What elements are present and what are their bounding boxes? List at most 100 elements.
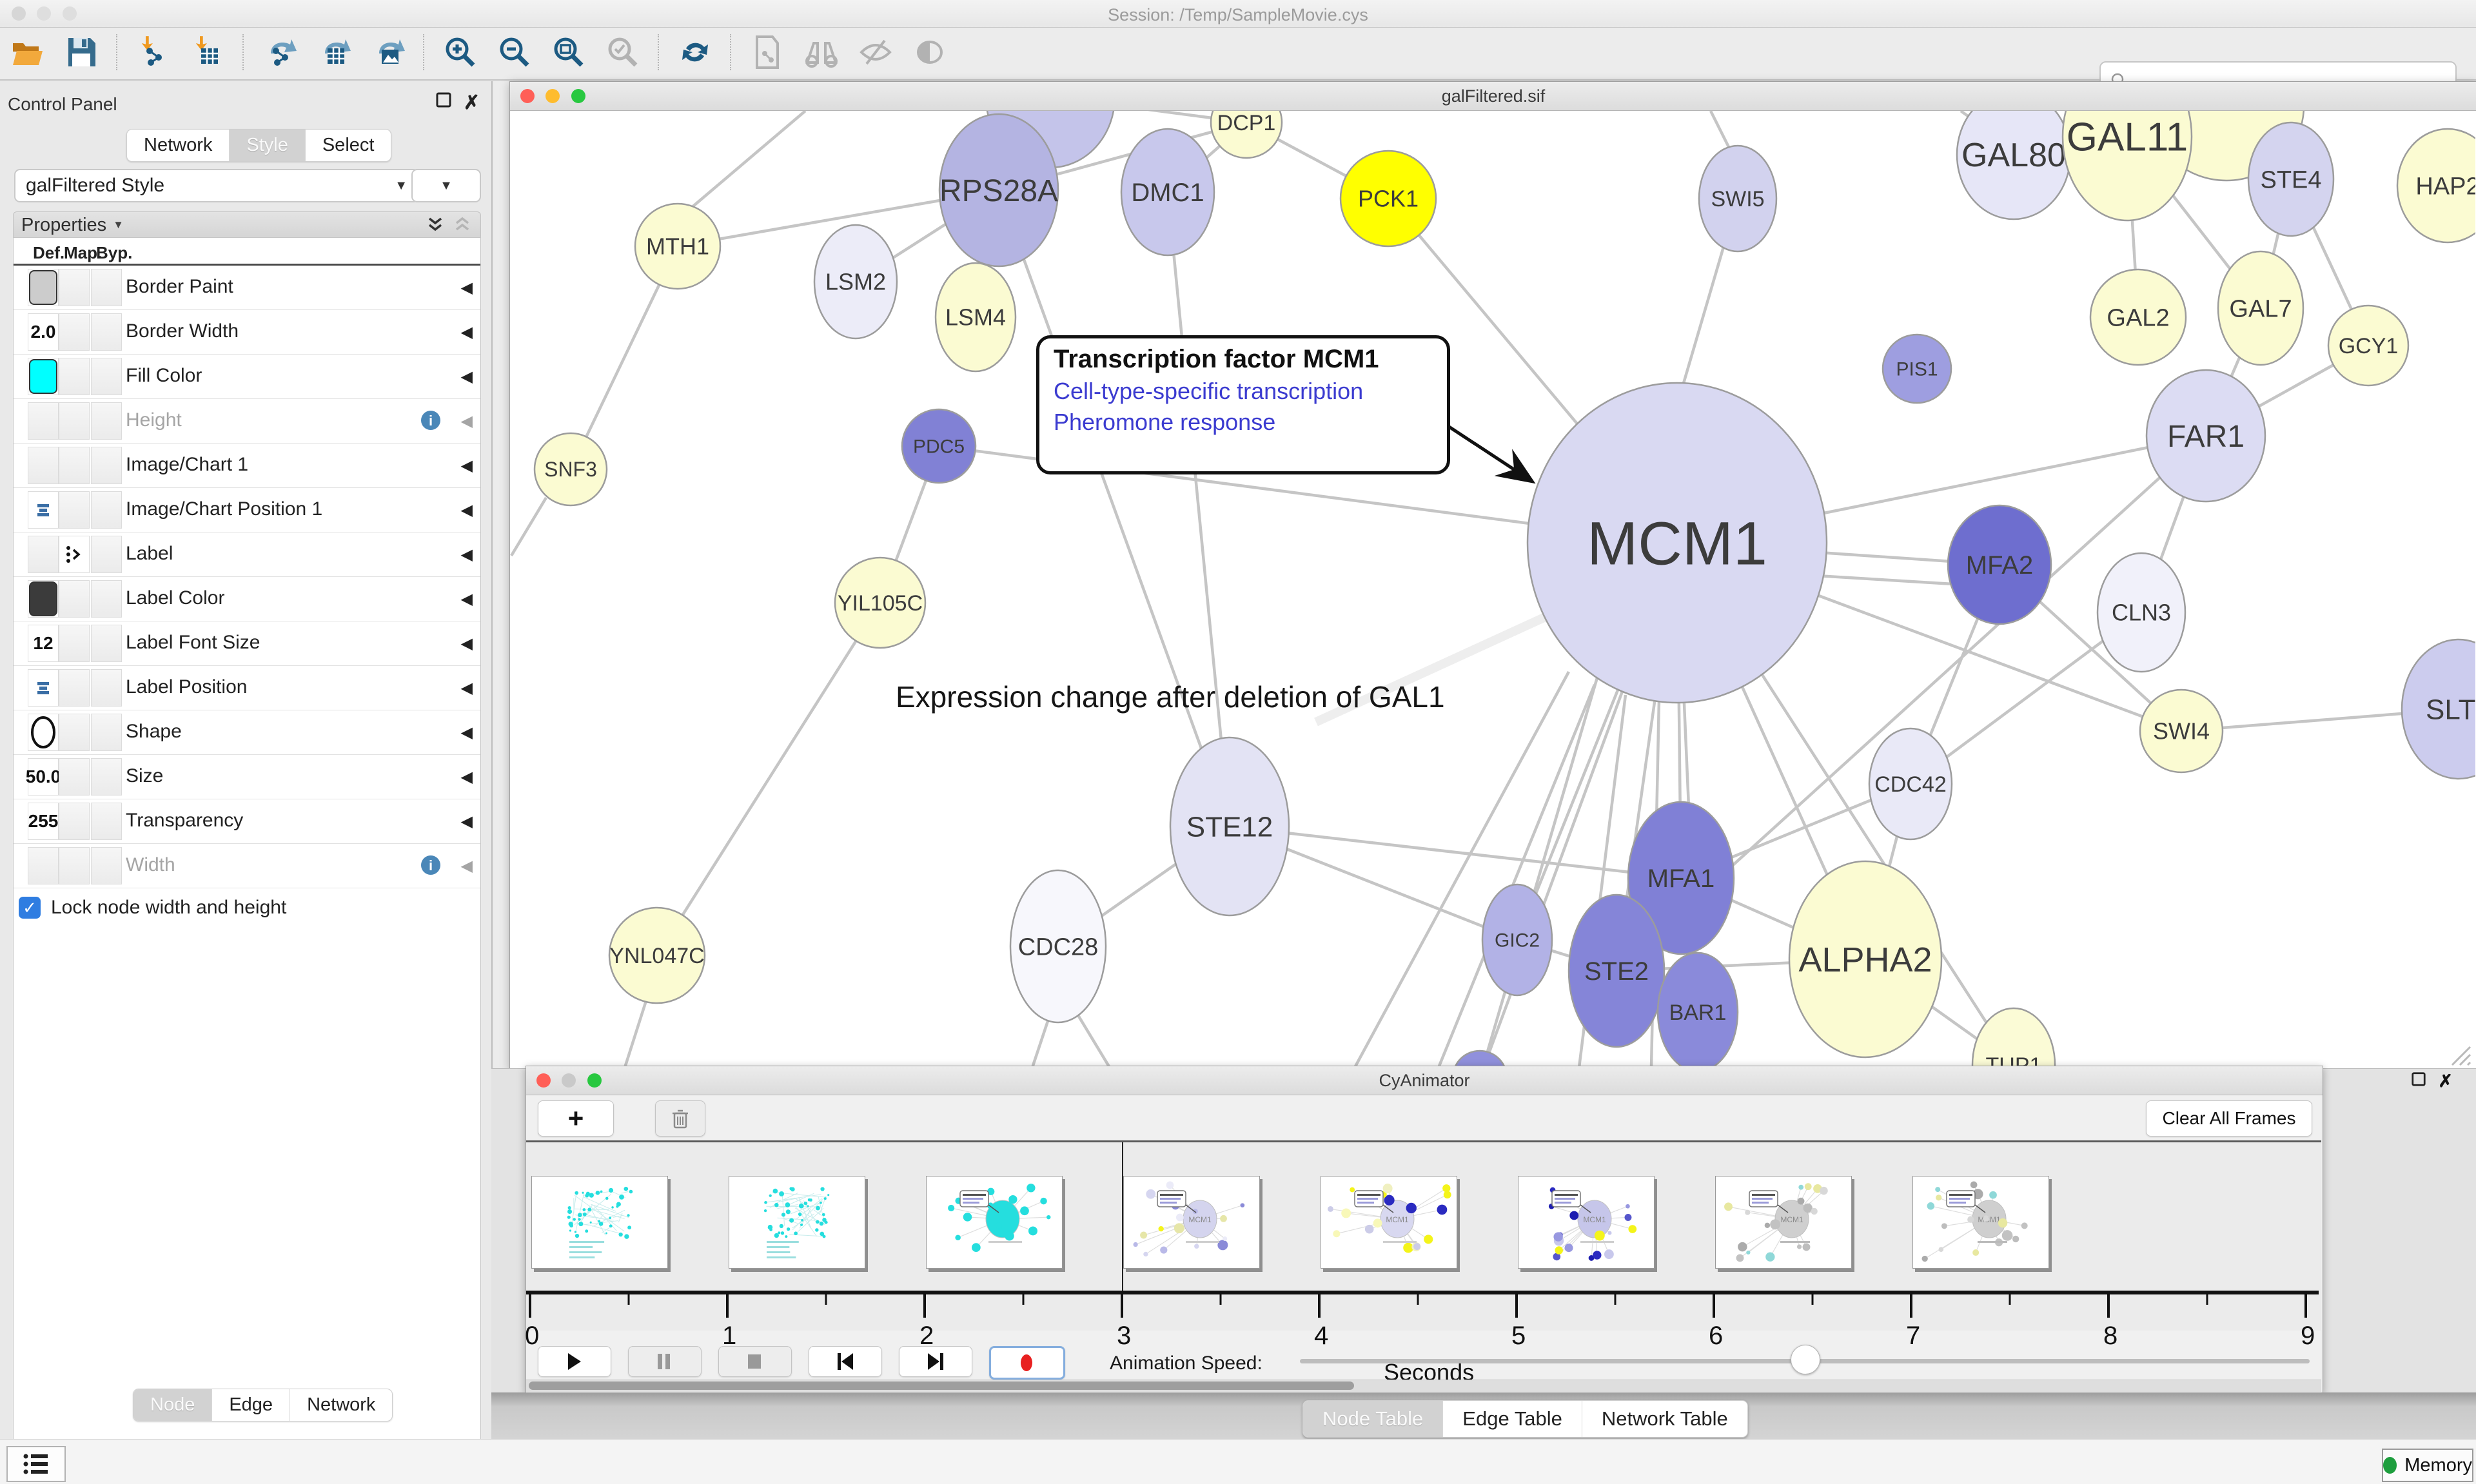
network-node-lsm4[interactable]: LSM4	[936, 263, 1016, 371]
expand-property-icon[interactable]: ◀	[461, 501, 473, 520]
mapping-cell[interactable]	[59, 847, 90, 884]
expand-property-icon[interactable]: ◀	[461, 412, 473, 431]
network-node-gal7[interactable]: GAL7	[2218, 251, 2303, 365]
network-window-titlebar[interactable]: galFiltered.sif	[510, 82, 2476, 111]
expand-all-icon[interactable]	[426, 216, 444, 234]
zoom-fit-button[interactable]	[549, 32, 588, 73]
network-node-pdc5[interactable]: PDC5	[902, 409, 976, 483]
default-value-cell[interactable]	[28, 580, 59, 618]
frame-thumbnail-3[interactable]	[926, 1176, 1063, 1269]
mapping-cell[interactable]	[59, 269, 90, 306]
network-node-ste12[interactable]: STE12	[1170, 737, 1289, 915]
lock-checkbox[interactable]: ✓	[19, 897, 41, 919]
zoom-window-icon[interactable]	[63, 6, 77, 21]
property-row-image-chart-1[interactable]: Image/Chart 1◀	[14, 444, 480, 488]
cyanimator-titlebar[interactable]: CyAnimator	[526, 1066, 2323, 1095]
bypass-cell[interactable]	[91, 447, 122, 484]
mapping-cell[interactable]	[59, 402, 90, 440]
network-node-gic2[interactable]: GIC2	[1482, 884, 1552, 995]
expand-property-icon[interactable]: ◀	[461, 278, 473, 297]
tab-style[interactable]: Style	[230, 130, 305, 161]
bypass-cell[interactable]	[91, 625, 122, 662]
default-value-cell[interactable]	[28, 536, 59, 573]
slider-thumb[interactable]	[1791, 1345, 1820, 1374]
property-row-height[interactable]: Heighti◀	[14, 399, 480, 444]
frame-thumbnail-8[interactable]: MCM1	[1912, 1176, 2049, 1269]
network-node-tup1[interactable]: TUP1	[1972, 1008, 2055, 1069]
frame-thumbnail-1[interactable]	[531, 1176, 668, 1269]
info-icon[interactable]: i	[420, 854, 442, 876]
network-node-mth1[interactable]: MTH1	[635, 204, 720, 289]
network-node-swi5[interactable]: SWI5	[1699, 146, 1776, 251]
frame-thumbnail-4[interactable]: MCM1	[1123, 1176, 1260, 1269]
network-edge[interactable]	[625, 993, 649, 1068]
record-button[interactable]	[989, 1346, 1065, 1380]
mapping-cell[interactable]	[59, 536, 90, 573]
network-node-ste4[interactable]: STE4	[2248, 122, 2334, 236]
network-node-snf3[interactable]: SNF3	[535, 433, 607, 505]
collapse-all-icon[interactable]	[453, 216, 471, 234]
default-value-cell[interactable]	[28, 402, 59, 440]
export-image-button[interactable]	[369, 32, 408, 73]
network-edge[interactable]	[511, 498, 546, 556]
close-panel-icon[interactable]: ✗	[464, 92, 480, 114]
bypass-cell[interactable]	[91, 402, 122, 440]
property-row-label-font-size[interactable]: 12Label Font Size◀	[14, 621, 480, 666]
default-value-cell[interactable]	[28, 847, 59, 884]
info-icon[interactable]: i	[420, 409, 442, 431]
float-panel-icon[interactable]	[2411, 1071, 2426, 1091]
resize-grip-icon[interactable]	[2446, 1040, 2471, 1066]
scrollbar-thumb[interactable]	[529, 1381, 1354, 1390]
bypass-cell[interactable]	[91, 714, 122, 751]
mapping-cell[interactable]	[59, 447, 90, 484]
property-row-fill-color[interactable]: Fill Color◀	[14, 355, 480, 399]
expand-property-icon[interactable]: ◀	[461, 456, 473, 475]
mapping-cell[interactable]	[59, 803, 90, 840]
stop-button[interactable]	[718, 1346, 792, 1377]
expand-property-icon[interactable]: ◀	[461, 367, 473, 386]
tab-node[interactable]: Node	[133, 1389, 212, 1421]
mapping-cell[interactable]	[59, 580, 90, 618]
open-session-button[interactable]	[8, 32, 46, 73]
property-row-border-width[interactable]: 2.0Border Width◀	[14, 310, 480, 355]
minimize-window-icon[interactable]	[562, 1073, 576, 1088]
annotation-link[interactable]: Pheromone response	[1054, 409, 1447, 436]
default-value-cell[interactable]	[28, 358, 59, 395]
frame-thumbnail-2[interactable]	[729, 1176, 865, 1269]
property-row-label-color[interactable]: Label Color◀	[14, 577, 480, 621]
bypass-cell[interactable]	[91, 580, 122, 618]
mapping-cell[interactable]	[59, 625, 90, 662]
property-row-label-position[interactable]: Label Position◀	[14, 666, 480, 710]
import-network-button[interactable]	[134, 32, 173, 73]
zoom-in-button[interactable]	[441, 32, 480, 73]
skip-start-button[interactable]	[809, 1346, 882, 1377]
table-panel-toggle-button[interactable]	[6, 1446, 66, 1482]
default-value-cell[interactable]: 12	[28, 625, 59, 662]
network-edge[interactable]	[1806, 575, 1953, 584]
style-options-button[interactable]: ▼	[411, 169, 481, 202]
default-value-cell[interactable]: 50.0	[28, 758, 59, 796]
expand-property-icon[interactable]: ◀	[461, 323, 473, 342]
tab-select[interactable]: Select	[306, 130, 391, 161]
style-selector[interactable]: galFiltered Style ▼	[14, 169, 419, 202]
tab-network[interactable]: Network	[290, 1389, 392, 1421]
network-edge[interactable]	[685, 111, 805, 213]
network-edge[interactable]	[657, 603, 880, 955]
bypass-cell[interactable]	[91, 847, 122, 884]
network-edge[interactable]	[1168, 192, 1230, 826]
timeline-horizontal-scrollbar[interactable]	[526, 1380, 2321, 1392]
network-node-pis1[interactable]: PIS1	[1883, 335, 1951, 403]
default-value-cell[interactable]	[28, 447, 59, 484]
expand-property-icon[interactable]: ◀	[461, 812, 473, 831]
timeline-playhead[interactable]	[1122, 1142, 1123, 1292]
skip-end-button[interactable]	[899, 1346, 972, 1377]
property-row-label[interactable]: Label◀	[14, 532, 480, 577]
expand-property-icon[interactable]: ◀	[461, 857, 473, 875]
expand-property-icon[interactable]: ◀	[461, 634, 473, 653]
property-row-width[interactable]: Widthi◀	[14, 844, 480, 888]
save-session-button[interactable]	[62, 32, 101, 73]
network-node-slt2[interactable]: SLT2	[2402, 639, 2475, 779]
annotation-link[interactable]: Cell-type-specific transcription	[1054, 378, 1447, 405]
property-row-size[interactable]: 50.0Size◀	[14, 755, 480, 799]
frame-thumbnail-5[interactable]: MCM1	[1321, 1176, 1457, 1269]
